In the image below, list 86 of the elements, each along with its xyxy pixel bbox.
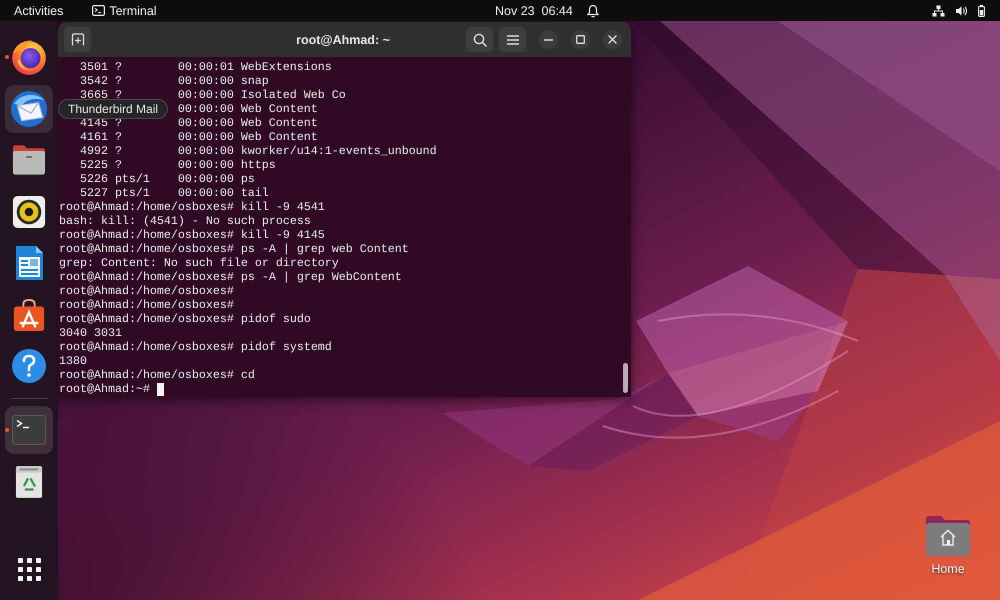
cpu-time-text: 00:00:00	[178, 158, 234, 172]
flame-globe-icon	[10, 38, 48, 76]
bell-icon	[586, 4, 599, 18]
cpu-time-text: 00:00:00	[178, 116, 234, 130]
dock-item[interactable]	[5, 84, 53, 132]
tty-text: ?	[114, 144, 122, 158]
shopping-bag-icon	[12, 296, 46, 332]
command-name-text: WebExtensions	[240, 60, 332, 74]
new-tab-button[interactable]	[64, 27, 91, 52]
terminal-line: root@Ahmad:/home/osboxes# kill -9 4145	[59, 228, 325, 242]
tty-text: pts/1	[114, 186, 150, 200]
process-id-text: 3542	[80, 74, 108, 88]
search-icon	[472, 32, 486, 46]
process-id-text: 4161	[80, 130, 108, 144]
terminal-line: 3040 3031	[59, 326, 122, 340]
close-button[interactable]	[603, 30, 622, 49]
tty-text: ?	[114, 74, 122, 88]
house-folder-icon	[925, 515, 971, 557]
tty-text: ?	[114, 60, 122, 74]
help-icon	[11, 348, 47, 384]
terminal-line: root@Ahmad:/home/osboxes# ps -A | grep WebContent	[59, 270, 402, 284]
cpu-time-text: 00:00:01	[178, 60, 234, 74]
terminal-line: root@Ahmad:/home/osboxes# pidof sudo	[59, 312, 311, 326]
tty-text: ?	[114, 130, 122, 144]
network-icon	[932, 4, 945, 16]
process-id-text: 5227	[80, 186, 108, 200]
terminal-line: root@Ahmad:/home/osboxes#	[59, 284, 234, 298]
command-name-text: Web Content	[240, 130, 318, 144]
envelope-icon	[10, 90, 48, 128]
terminal-line: root@Ahmad:/home/osboxes# ps -A | grep web Content	[59, 242, 409, 256]
minimize-button[interactable]	[539, 30, 558, 49]
process-id-text: 5226	[80, 172, 108, 186]
cpu-time-text: 00:00:00	[178, 74, 234, 88]
volume-icon	[955, 4, 968, 16]
cpu-time-text: 00:00:00	[178, 102, 234, 116]
terminal-line: root@Ahmad:/home/osboxes# kill -9 4541	[59, 200, 325, 214]
terminal-icon	[92, 5, 106, 16]
process-id-text: 3665	[80, 88, 108, 102]
menu-button[interactable]	[499, 27, 526, 52]
terminal-line: grep: Content: No such file or directory	[59, 256, 339, 270]
cpu-time-text: 00:00:00	[178, 88, 234, 102]
document-icon	[14, 245, 44, 281]
home-folder-shortcut[interactable]: Home	[913, 515, 983, 576]
tty-text: pts/1	[114, 172, 150, 186]
tty-text: ?	[114, 158, 122, 172]
window-title: root@Ahmad: ~	[296, 32, 390, 46]
command-name-text: Web Content	[240, 116, 318, 130]
close-icon	[608, 35, 617, 44]
command-name-text: Web Content	[240, 102, 318, 116]
terminal-line: root@Ahmad:/home/osboxes# pidof systemd	[59, 340, 332, 354]
cpu-time-text: 00:00:00	[178, 172, 234, 186]
command-name-text: Isolated Web Co	[240, 88, 346, 102]
command-name-text: tail	[240, 186, 269, 200]
terminal-line: 1380	[59, 354, 87, 368]
process-id-text: 4992	[80, 144, 108, 158]
minimize-icon	[544, 38, 553, 40]
app-grid-icon	[18, 558, 40, 580]
app-menu-button[interactable]: Terminal	[77, 0, 165, 21]
cpu-time-text: 00:00:00	[178, 186, 234, 200]
maximize-button[interactable]	[571, 30, 590, 49]
command-name-text: https	[240, 158, 276, 172]
command-name-text: ps	[240, 172, 255, 186]
menu-icon	[506, 34, 518, 44]
recycle-bin-icon	[15, 464, 43, 498]
process-id-text: 5225	[80, 158, 108, 172]
clock-button[interactable]: Nov 23 06:44	[487, 0, 607, 21]
maximize-icon	[576, 35, 585, 44]
tty-text: ?	[114, 88, 122, 102]
command-name-text: kworker/u14:1-events_unbound	[240, 144, 437, 158]
battery-icon	[978, 4, 985, 16]
tooltip: Thunderbird Mail	[58, 99, 168, 119]
scrollbar-thumb[interactable]	[623, 363, 628, 393]
process-id-text: 3501	[80, 60, 108, 74]
cpu-time-text: 00:00:00	[178, 130, 234, 144]
activities-button[interactable]: Activities	[0, 0, 78, 21]
speaker-icon	[12, 194, 46, 228]
terminal-icon	[12, 415, 46, 445]
terminal-line: root@Ahmad:/home/osboxes#	[59, 298, 234, 312]
command-name-text: snap	[240, 74, 269, 88]
cpu-time-text: 00:00:00	[178, 144, 234, 158]
new-tab-icon	[70, 33, 84, 46]
terminal-line: root@Ahmad:/home/osboxes# cd	[59, 368, 255, 382]
terminal-line: bash: kill: (4541) - No such process	[59, 214, 311, 228]
folder-icon	[12, 144, 46, 176]
search-button[interactable]	[466, 27, 493, 52]
terminal-line: root@Ahmad:~#	[59, 382, 150, 396]
